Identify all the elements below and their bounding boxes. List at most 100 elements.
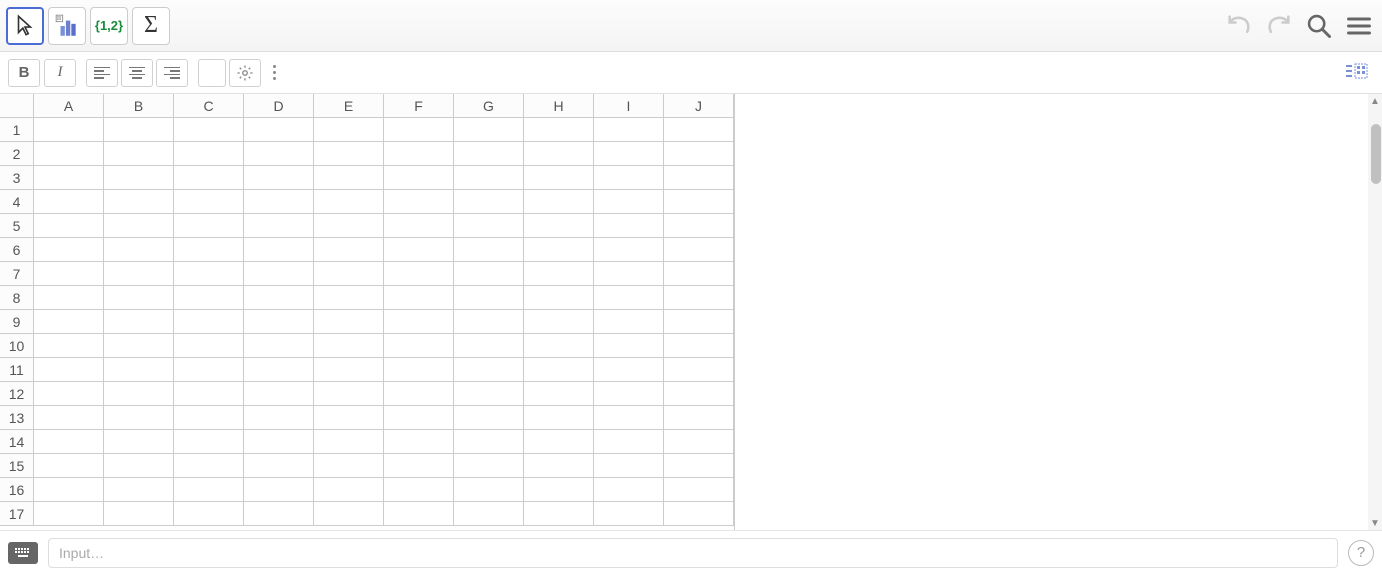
grid-cell[interactable] (664, 262, 734, 286)
grid-cell[interactable] (594, 334, 664, 358)
grid-cell[interactable] (454, 502, 524, 526)
grid-cell[interactable] (314, 502, 384, 526)
align-right-button[interactable] (156, 59, 188, 87)
column-header[interactable]: A (34, 94, 104, 117)
grid-cell[interactable] (34, 238, 104, 262)
grid-cell[interactable] (174, 406, 244, 430)
grid-cell[interactable] (664, 166, 734, 190)
list-tool-button[interactable]: {1,2} (90, 7, 128, 45)
grid-cell[interactable] (524, 118, 594, 142)
grid-cell[interactable] (594, 214, 664, 238)
grid-cell[interactable] (524, 166, 594, 190)
grid-cell[interactable] (594, 382, 664, 406)
grid-cell[interactable] (34, 166, 104, 190)
grid-cell[interactable] (104, 262, 174, 286)
grid-cell[interactable] (454, 262, 524, 286)
grid-cell[interactable] (454, 310, 524, 334)
grid-cell[interactable] (314, 238, 384, 262)
menu-button[interactable] (1342, 9, 1376, 43)
grid-cell[interactable] (664, 502, 734, 526)
grid-cell[interactable] (34, 334, 104, 358)
move-tool-button[interactable] (6, 7, 44, 45)
grid-cell[interactable] (174, 142, 244, 166)
grid-cell[interactable] (384, 334, 454, 358)
grid-cell[interactable] (384, 430, 454, 454)
row-header[interactable]: 6 (0, 238, 34, 262)
row-header[interactable]: 13 (0, 406, 34, 430)
grid-cell[interactable] (594, 502, 664, 526)
grid-cell[interactable] (384, 214, 454, 238)
grid-cell[interactable] (104, 430, 174, 454)
grid-cell[interactable] (384, 286, 454, 310)
grid-cell[interactable] (34, 118, 104, 142)
grid-cell[interactable] (454, 238, 524, 262)
grid-cell[interactable] (454, 286, 524, 310)
grid-cell[interactable] (34, 142, 104, 166)
grid-cell[interactable] (244, 454, 314, 478)
grid-cell[interactable] (314, 430, 384, 454)
grid-cell[interactable] (104, 286, 174, 310)
grid-cell[interactable] (524, 430, 594, 454)
grid-cell[interactable] (104, 214, 174, 238)
grid-cell[interactable] (314, 166, 384, 190)
row-header[interactable]: 15 (0, 454, 34, 478)
grid-cell[interactable] (454, 334, 524, 358)
bold-button[interactable]: B (8, 59, 40, 87)
column-header[interactable]: I (594, 94, 664, 117)
grid-cell[interactable] (594, 190, 664, 214)
grid-cell[interactable] (454, 214, 524, 238)
grid-cell[interactable] (104, 190, 174, 214)
grid-cell[interactable] (524, 502, 594, 526)
grid-cell[interactable] (174, 262, 244, 286)
grid-cell[interactable] (384, 382, 454, 406)
grid-cell[interactable] (454, 118, 524, 142)
grid-cell[interactable] (174, 190, 244, 214)
column-header[interactable]: H (524, 94, 594, 117)
grid-cell[interactable] (34, 454, 104, 478)
column-header[interactable]: B (104, 94, 174, 117)
grid-cell[interactable] (244, 190, 314, 214)
grid-cell[interactable] (174, 214, 244, 238)
grid-cell[interactable] (104, 406, 174, 430)
row-header[interactable]: 10 (0, 334, 34, 358)
bg-color-button[interactable] (198, 59, 226, 87)
grid-cell[interactable] (244, 358, 314, 382)
grid-cell[interactable] (34, 382, 104, 406)
grid-cell[interactable] (664, 118, 734, 142)
redo-button[interactable] (1262, 9, 1296, 43)
grid-cell[interactable] (664, 142, 734, 166)
column-header[interactable]: G (454, 94, 524, 117)
scroll-thumb[interactable] (1371, 124, 1381, 184)
italic-button[interactable]: I (44, 59, 76, 87)
grid-cell[interactable] (524, 334, 594, 358)
grid-cell[interactable] (454, 382, 524, 406)
grid-cell[interactable] (314, 334, 384, 358)
grid-cell[interactable] (664, 430, 734, 454)
column-header[interactable]: J (664, 94, 734, 117)
grid-cell[interactable] (664, 334, 734, 358)
grid-cell[interactable] (314, 406, 384, 430)
grid-cell[interactable] (174, 166, 244, 190)
grid-cell[interactable] (454, 454, 524, 478)
row-header[interactable]: 3 (0, 166, 34, 190)
grid-cell[interactable] (384, 454, 454, 478)
grid-cell[interactable] (174, 118, 244, 142)
grid-cell[interactable] (104, 142, 174, 166)
row-header[interactable]: 1 (0, 118, 34, 142)
grid-cell[interactable] (34, 478, 104, 502)
more-options-button[interactable] (264, 59, 284, 87)
grid-cell[interactable] (524, 478, 594, 502)
column-header[interactable]: E (314, 94, 384, 117)
grid-cell[interactable] (524, 406, 594, 430)
grid-cell[interactable] (34, 214, 104, 238)
grid-cell[interactable] (524, 238, 594, 262)
grid-cell[interactable] (244, 238, 314, 262)
grid-cell[interactable] (454, 166, 524, 190)
scroll-up-icon[interactable]: ▲ (1368, 94, 1382, 108)
grid-cell[interactable] (594, 238, 664, 262)
grid-cell[interactable] (384, 118, 454, 142)
grid-cell[interactable] (664, 358, 734, 382)
grid-cell[interactable] (104, 454, 174, 478)
grid-cell[interactable] (664, 406, 734, 430)
grid-cell[interactable] (384, 166, 454, 190)
